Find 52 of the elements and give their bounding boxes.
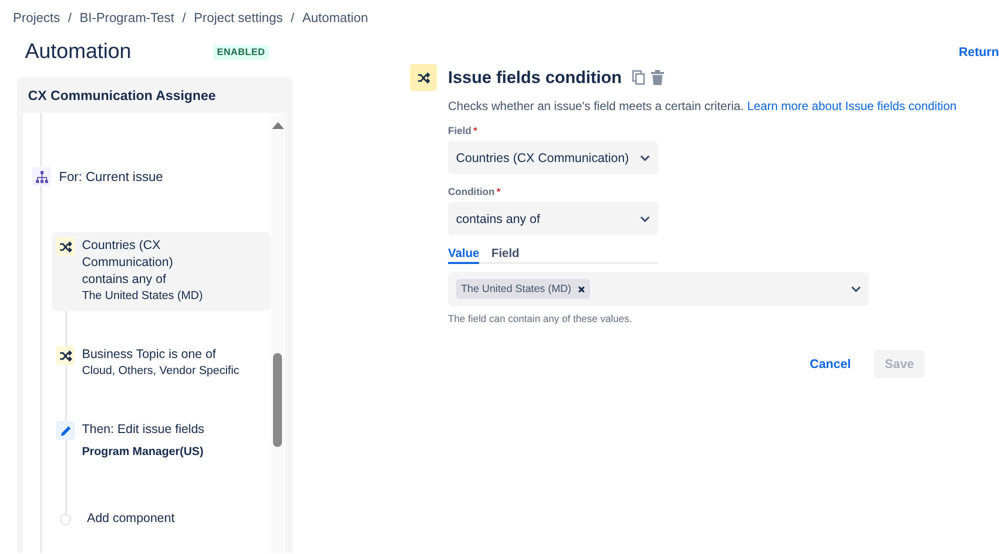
breadcrumb-separator: / [182, 10, 186, 25]
status-badge: ENABLED [213, 44, 270, 60]
cancel-button[interactable]: Cancel [798, 350, 862, 378]
required-mark: * [496, 187, 501, 198]
breadcrumb-link[interactable]: Automation [302, 10, 368, 25]
rule-component[interactable]: Countries (CX Communication) contains any of The United States (MD) [52, 232, 270, 311]
breadcrumb-link[interactable]: BI-Program-Test [80, 10, 174, 25]
tree-icon [36, 170, 48, 182]
component-detail: The United States (MD) [82, 289, 204, 304]
scrollbar[interactable] [270, 113, 285, 553]
component-label: Countries (CX Communication) contains any of [82, 237, 174, 288]
shuffle-icon [58, 240, 72, 252]
rule-component[interactable]: Business Topic is one of Cloud, Others, Vendor Specific [52, 341, 270, 386]
breadcrumb-link[interactable]: Projects [13, 10, 60, 25]
field-label: Condition * [448, 187, 502, 198]
trash-icon [650, 70, 664, 85]
scrollbar-thumb[interactable] [273, 353, 282, 447]
copy-icon [632, 70, 645, 85]
value-tab[interactable]: Value [448, 243, 480, 264]
panel-title: Issue fields condition [448, 68, 622, 88]
required-mark: * [473, 126, 478, 137]
rule-component[interactable]: Then: Edit issue fields Program Manager(US) [52, 416, 270, 467]
select-field[interactable]: contains any of [448, 202, 658, 235]
pencil-icon [60, 424, 72, 436]
chevron-down-icon [640, 216, 650, 222]
rule-name: CX Communication Assignee [27, 87, 217, 105]
breadcrumb-link[interactable]: Project settings [194, 10, 283, 25]
chevron-down-icon [851, 286, 861, 292]
page-title: Automation [25, 40, 132, 64]
remove-icon [578, 286, 586, 292]
field-label: Field * [448, 126, 478, 137]
component-label[interactable]: For: Current issue [59, 169, 164, 184]
component-label: Then: Edit issue fields [82, 421, 204, 438]
help-text: The field can contain any of these values. [448, 314, 634, 325]
add-component-link[interactable]: Add component [87, 511, 175, 525]
description-text: Checks whether an issue's field meets a certain criteria. Learn more about Issue fields condition [448, 99, 958, 113]
component-detail: Cloud, Others, Vendor Specific [82, 364, 240, 379]
learn-more-link[interactable]: Learn more about Issue fields condition [747, 99, 957, 113]
value-tab[interactable]: Field [491, 243, 520, 264]
breadcrumb-separator: / [290, 10, 294, 25]
value-tag: The United States (MD) [456, 279, 590, 299]
multi-select-field[interactable]: The United States (MD) [448, 272, 869, 306]
circle-icon [60, 514, 71, 525]
scroll-up-icon[interactable] [272, 122, 284, 129]
component-label: Business Topic is one of [82, 346, 217, 363]
return-link[interactable]: Return [958, 45, 999, 59]
select-field[interactable]: Countries (CX Communication) [448, 141, 658, 174]
breadcrumb-separator: / [68, 10, 72, 25]
chevron-down-icon [640, 154, 650, 160]
shuffle-icon [416, 72, 430, 84]
shuffle-icon [58, 350, 72, 362]
component-detail: Program Manager(US) [82, 445, 204, 460]
